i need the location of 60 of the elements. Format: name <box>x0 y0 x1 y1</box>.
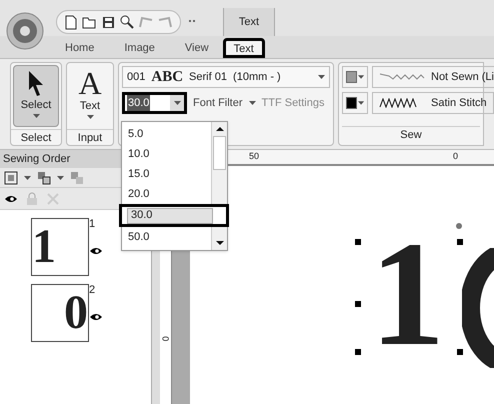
group-label: Input <box>67 129 113 145</box>
new-file-icon[interactable] <box>65 14 77 30</box>
caret-icon <box>32 114 40 118</box>
selection-handles[interactable] <box>355 221 465 355</box>
open-folder-icon[interactable] <box>82 15 97 29</box>
size-option[interactable]: 30.0 <box>119 204 229 227</box>
ruler-label: 0 <box>159 336 172 342</box>
context-tab-label: Text <box>223 8 275 36</box>
stitch-label: Not Sewn (Li <box>431 70 494 85</box>
stitch-select[interactable]: Not Sewn (Li <box>372 66 494 88</box>
size-option[interactable]: 20.0 <box>125 184 211 204</box>
group-icon[interactable] <box>37 170 51 184</box>
font-sample: ABC <box>151 68 184 87</box>
visibility-icon[interactable] <box>89 312 103 322</box>
text-tool-button[interactable]: A Text <box>69 65 111 127</box>
ribbon-tab[interactable]: Text <box>222 38 265 58</box>
stitch-select[interactable]: Satin Stitch <box>372 92 494 114</box>
font-number: 001 <box>127 70 146 85</box>
color-picker[interactable] <box>342 66 368 88</box>
scrollbar-thumb[interactable] <box>213 136 226 170</box>
thumbnail[interactable]: 0 <box>31 284 89 342</box>
size-option[interactable]: 50.0 <box>125 227 211 247</box>
order-number: 1 <box>89 218 96 230</box>
letter-icon: A <box>78 68 102 98</box>
caret-icon <box>318 75 325 79</box>
group-label: Sew <box>342 126 480 142</box>
more-icon[interactable] <box>189 20 195 23</box>
ruler-label: 0 <box>453 150 458 163</box>
arrow-cursor-icon <box>26 69 46 97</box>
group-label: Select <box>11 129 61 145</box>
stitch-icon <box>379 72 425 82</box>
save-icon[interactable] <box>102 16 115 28</box>
thumbnail[interactable]: 1 <box>31 218 89 276</box>
color-picker[interactable] <box>342 92 368 114</box>
size-value: 30.0 <box>127 94 150 112</box>
embroidery-ring-shape[interactable] <box>462 248 494 368</box>
order-number: 2 <box>89 284 96 296</box>
caret-icon <box>24 176 31 180</box>
font-name: Serif 01 (10mm - ) <box>189 70 282 85</box>
caret-icon <box>174 101 180 105</box>
embroidery-text[interactable]: 1 <box>370 234 445 354</box>
caret-icon <box>358 75 364 79</box>
select-tool-button[interactable]: Select <box>13 65 59 127</box>
stitch-label: Satin Stitch <box>431 96 487 111</box>
ribbon-tab[interactable]: Image <box>122 38 157 58</box>
caret-icon <box>358 101 364 105</box>
size-combo[interactable]: 30.0 <box>122 92 187 114</box>
caret-icon <box>57 176 64 180</box>
caret-icon <box>86 114 94 118</box>
font-filter-button[interactable]: Font Filter <box>193 94 243 112</box>
visibility-icon[interactable] <box>89 246 103 256</box>
caret-icon <box>248 101 256 105</box>
ruler-label: 50 <box>249 150 260 163</box>
size-option[interactable]: 5.0 <box>125 124 211 144</box>
font-select[interactable]: 001 ABC Serif 01 (10mm - ) <box>122 66 330 88</box>
ribbon-tab[interactable]: Home <box>63 38 96 58</box>
ribbon-tab[interactable]: View <box>182 38 211 58</box>
zoom-icon[interactable] <box>120 15 134 29</box>
eye-icon[interactable] <box>4 194 18 204</box>
fit-view-icon[interactable] <box>4 170 18 184</box>
